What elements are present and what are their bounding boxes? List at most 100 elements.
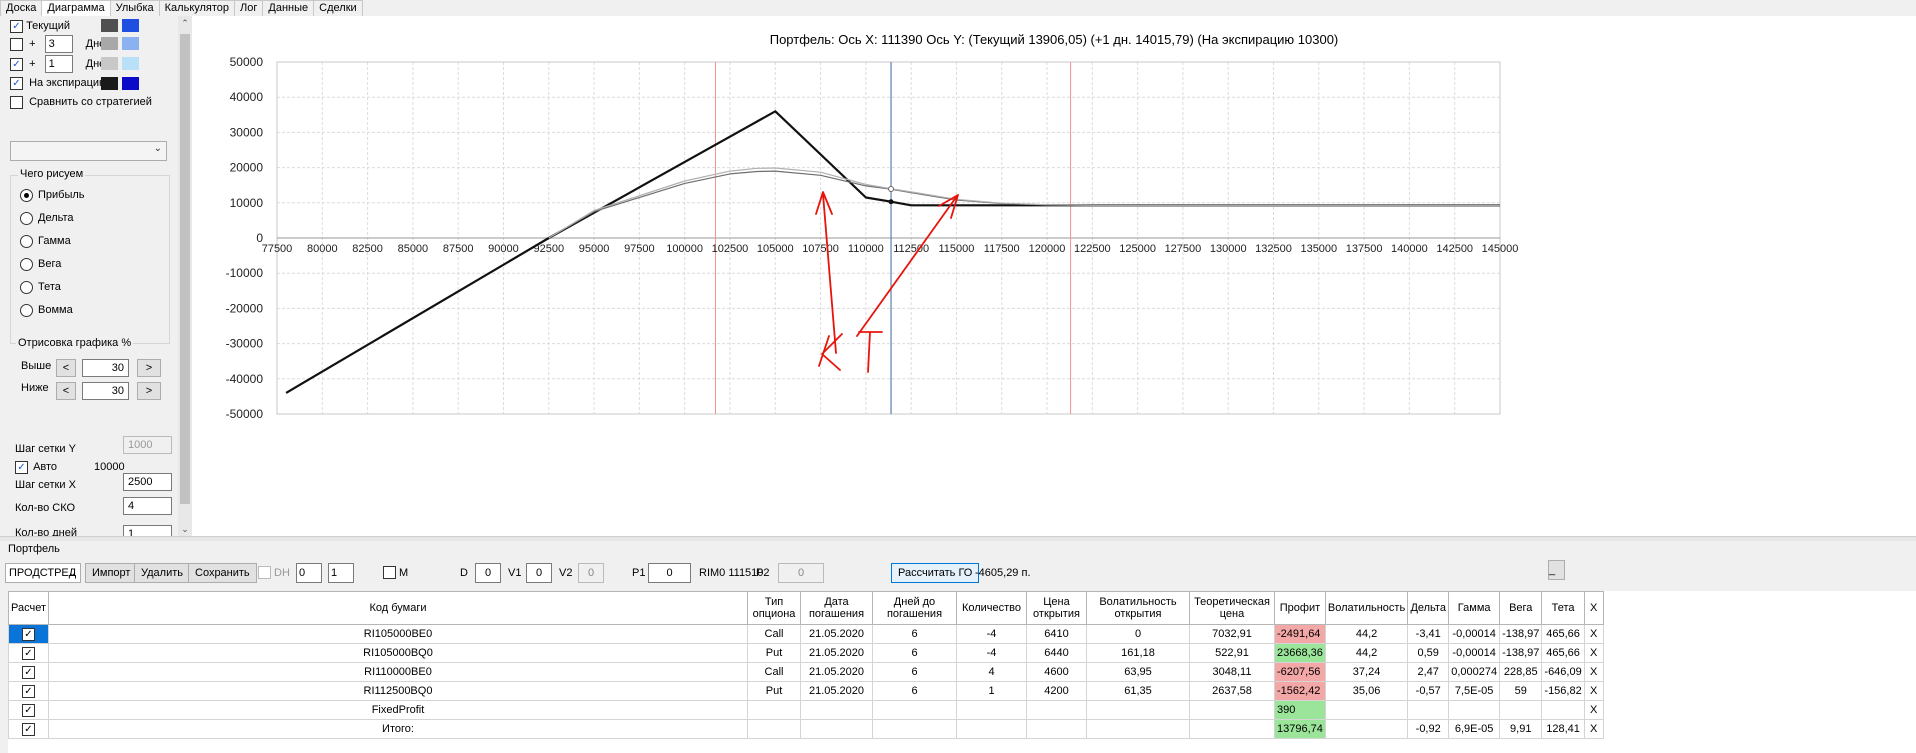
column-header[interactable]: Код бумаги [48,591,748,625]
calc-cell[interactable]: ✓ [8,624,49,644]
d1-dark-swatch[interactable] [101,57,118,70]
calc-checkbox[interactable]: ✓ [22,665,35,679]
radio-vega[interactable]: Вега [20,255,61,273]
dh-checkbox[interactable] [258,566,271,579]
column-header[interactable]: Цена открытия [1026,591,1087,625]
below-decrease-button[interactable]: < [56,382,76,400]
column-header[interactable]: Профит [1274,591,1326,625]
grid-y-input[interactable]: 1000 [123,436,172,454]
tab-4[interactable]: Лог [234,0,264,16]
days-1-input[interactable]: 3 [44,35,73,54]
remove-row-button[interactable]: X [1583,681,1604,701]
plus-days-2-checkbox[interactable]: ✓ [10,57,23,71]
tab-1[interactable]: Диаграмма [41,0,111,17]
calc-cell[interactable]: ✓ [8,719,49,739]
expiry-checkbox[interactable]: ✓ [10,76,23,90]
remove-row-button[interactable]: X [1583,662,1604,682]
tab-3[interactable]: Калькулятор [158,0,236,16]
column-header[interactable]: Дельта [1407,591,1450,625]
below-increase-button[interactable]: > [137,382,161,400]
column-header[interactable]: Количество [956,591,1027,625]
table-row[interactable]: ✓ FixedProfit 390 X [8,700,1604,720]
column-header[interactable]: Волатильность открытия [1086,591,1190,625]
remove-row-button[interactable]: X [1583,624,1604,644]
current-light-swatch[interactable] [122,19,139,32]
auto-checkbox[interactable]: ✓ [15,460,28,474]
grid-x-input[interactable]: 2500 [123,473,172,491]
scroll-thumb[interactable] [180,34,190,504]
table-row[interactable]: ✓ Итого: 13796,74 -0,92 6,9E-05 9,91 128,41 X [8,719,1604,739]
calc-checkbox[interactable]: ✓ [22,627,35,641]
v1-input[interactable]: 0 [526,563,552,583]
strategy-select[interactable]: ⌄ [10,141,167,161]
current-checkbox[interactable]: ✓ [10,19,23,33]
d-input[interactable]: 0 [475,563,501,583]
column-header[interactable]: Расчет [8,591,49,625]
import-button[interactable]: Импорт [85,563,138,583]
calc-cell[interactable]: ✓ [8,700,49,720]
scroll-down-icon[interactable]: ⌄ [178,522,192,536]
column-header[interactable]: Дата погашения [800,591,873,625]
radio-gamma[interactable]: Гамма [20,232,71,250]
tab-2[interactable]: Улыбка [109,0,160,16]
radio-theta[interactable]: Тета [20,278,61,296]
portfolio-select[interactable]: ПРОДСТРЕД ⌄ [5,563,81,583]
d3-light-swatch[interactable] [122,37,139,50]
p2-input[interactable]: 0 [778,563,824,583]
table-row[interactable]: ✓ RI112500BQ0 Put 21.05.2020 6 1 4200 61,35 2637… [8,681,1604,701]
radio-delta[interactable]: Дельта [20,209,74,227]
plus-days-1-checkbox[interactable] [10,37,23,51]
save-button[interactable]: Сохранить [188,563,257,583]
remove-row-button[interactable]: X [1583,719,1604,739]
above-decrease-button[interactable]: < [56,359,76,377]
column-header[interactable]: Тип опциона [747,591,801,625]
calc-checkbox[interactable]: ✓ [22,684,35,698]
tab-5[interactable]: Данные [262,0,315,16]
calc-checkbox[interactable]: ✓ [22,646,35,660]
m-checkbox[interactable] [383,566,396,579]
table-row[interactable]: ✓ RI105000BQ0 Put 21.05.2020 6 -4 6440 161,18 52… [8,643,1604,663]
dh-b-input[interactable]: 1 [328,563,354,583]
table-row[interactable]: ✓ RI105000BE0 Call 21.05.2020 6 -4 6410 0 7032,9… [8,624,1604,644]
column-header[interactable]: Тета [1541,591,1585,625]
calc-cell[interactable]: ✓ [8,681,49,701]
column-header[interactable]: Дней до погашения [872,591,957,625]
column-header[interactable]: Гамма [1448,591,1501,625]
compare-checkbox[interactable] [10,95,23,109]
delete-button[interactable]: Удалить [134,563,190,583]
sko-input[interactable]: 4 [123,497,172,515]
column-header[interactable]: Теоретическая цена [1189,591,1275,625]
left-panel-scrollbar[interactable]: ⌃ ⌄ [178,16,192,536]
calc-checkbox[interactable]: ✓ [22,722,35,736]
below-input[interactable]: 30 [82,382,129,400]
d1-light-swatch[interactable] [122,57,139,70]
d3-dark-swatch[interactable] [101,37,118,50]
days-2-input[interactable]: 1 [44,55,73,74]
days-count-input[interactable]: 1 [123,525,172,536]
p1-input[interactable]: 0 [648,563,691,583]
table-row[interactable]: ✓ RI110000BE0 Call 21.05.2020 6 4 4600 63,95 304… [8,662,1604,682]
v2-input[interactable]: 0 [578,563,604,583]
radio-profit[interactable]: Прибыль [20,186,85,204]
radio-vomma[interactable]: Вомма [20,301,73,319]
current-dark-swatch[interactable] [101,19,118,32]
calc-cell[interactable]: ✓ [8,662,49,682]
tab-0[interactable]: Доска [0,0,43,16]
remove-row-button[interactable]: X [1583,643,1604,663]
above-increase-button[interactable]: > [137,359,161,377]
scroll-up-icon[interactable]: ⌃ [178,16,192,30]
calc-go-button[interactable]: Рассчитать ГО [891,563,980,583]
calc-cell[interactable]: ✓ [8,643,49,663]
calc-checkbox[interactable]: ✓ [22,703,35,717]
above-input[interactable]: 30 [82,359,129,377]
minimize-button[interactable]: _ [1548,560,1565,580]
column-header[interactable]: X [1583,591,1604,625]
tab-6[interactable]: Сделки [313,0,363,16]
exp-light-swatch[interactable] [122,77,139,90]
exp-dark-swatch[interactable] [101,77,118,90]
remove-row-button[interactable]: X [1583,700,1604,720]
column-header[interactable]: Вега [1499,591,1543,625]
panel-splitter[interactable] [0,536,1916,541]
column-header[interactable]: Волатильность [1324,591,1409,625]
dh-a-input[interactable]: 0 [296,563,322,583]
